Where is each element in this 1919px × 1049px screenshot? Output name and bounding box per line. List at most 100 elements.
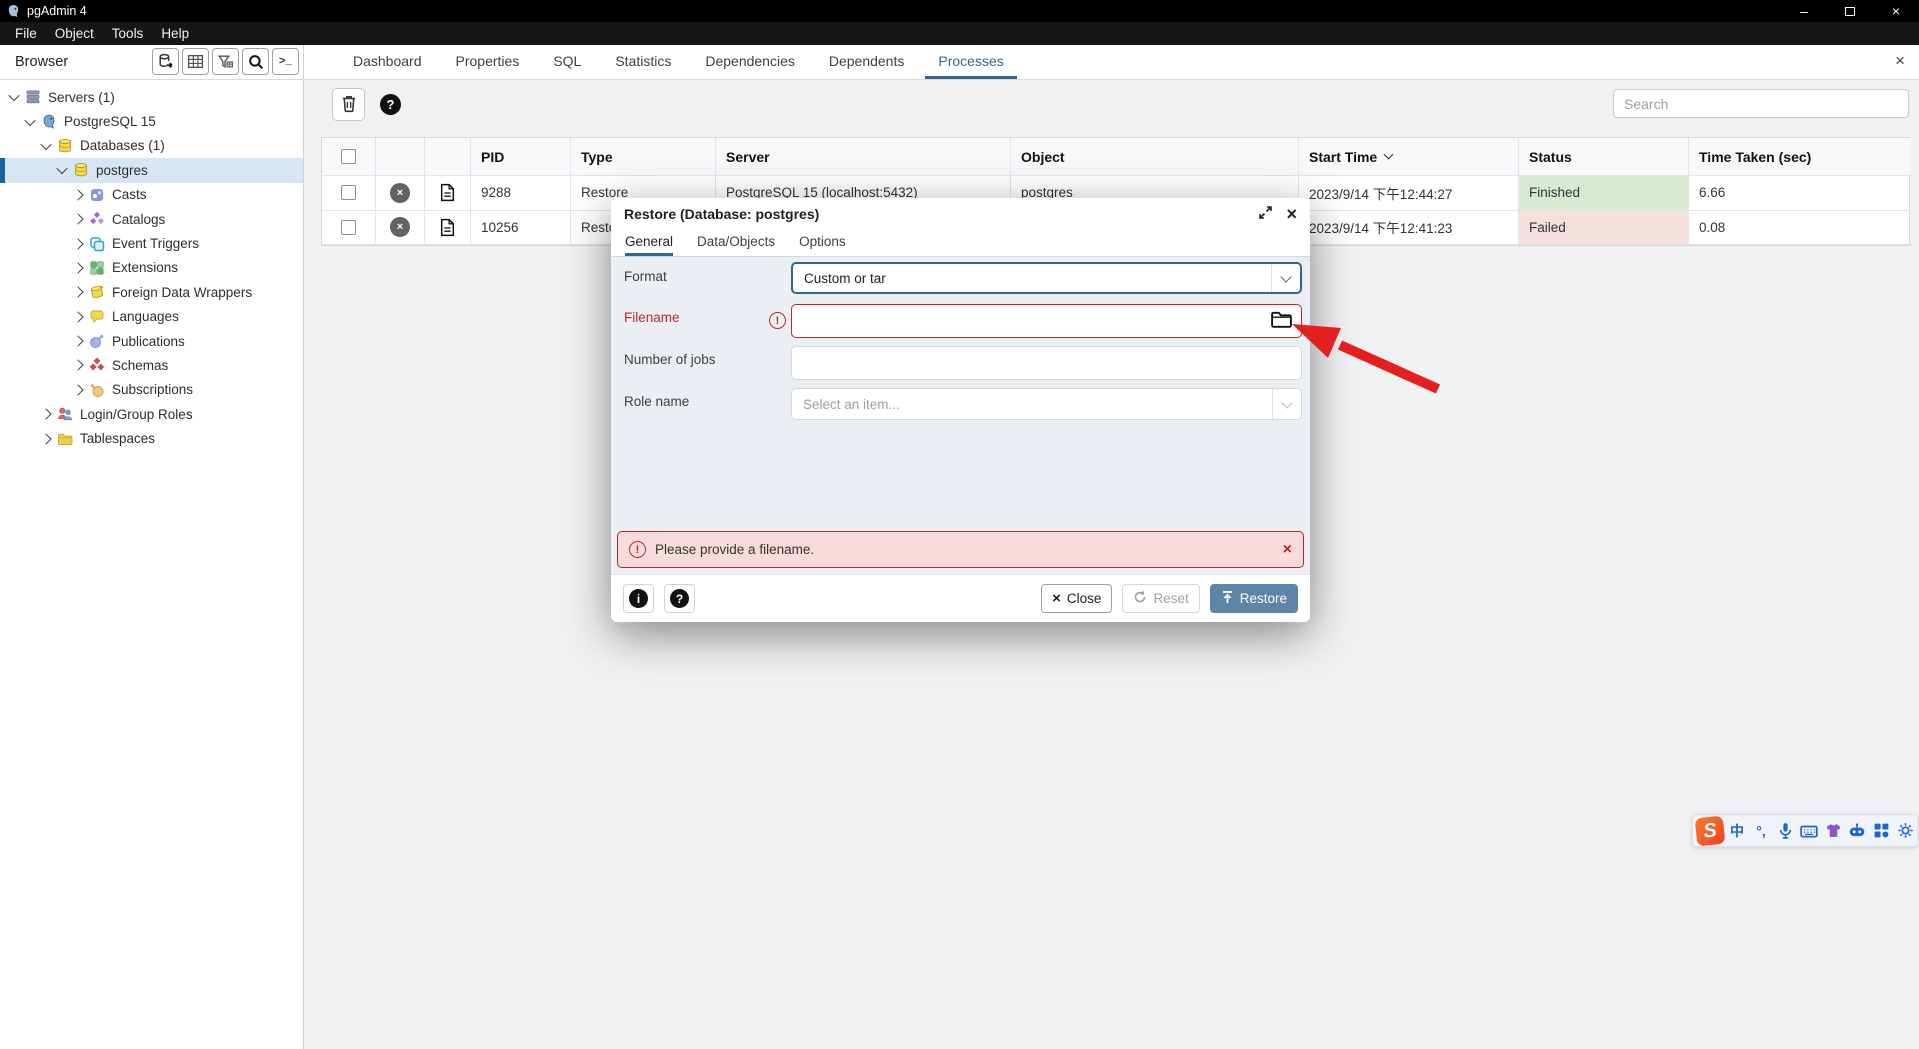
help-icon: ?	[380, 94, 401, 115]
chevron-right-icon[interactable]	[40, 433, 51, 444]
number-of-jobs-input[interactable]	[791, 346, 1302, 380]
panel-close-icon[interactable]: ×	[1895, 52, 1905, 69]
roles-icon	[57, 406, 73, 422]
tree-item-schemas[interactable]: Schemas	[0, 353, 303, 377]
select-all-checkbox[interactable]	[341, 149, 356, 164]
chevron-right-icon[interactable]	[72, 335, 83, 346]
chevron-right-icon[interactable]	[72, 262, 83, 273]
chevron-down-icon[interactable]	[24, 115, 35, 126]
tab-dependencies[interactable]: Dependencies	[692, 45, 808, 79]
role-name-select[interactable]: Select an item...	[791, 388, 1302, 420]
process-details-icon[interactable]	[440, 218, 455, 237]
header-status[interactable]: Status	[1519, 138, 1689, 176]
menu-object[interactable]: Object	[48, 26, 101, 41]
foreign-data-wrapper-icon	[89, 284, 105, 300]
delete-process-button[interactable]	[332, 88, 365, 121]
chevron-right-icon[interactable]	[40, 409, 51, 420]
view-data-button[interactable]	[182, 48, 209, 75]
tree-item-publications[interactable]: Publications	[0, 329, 303, 353]
chevron-down-icon[interactable]	[56, 163, 67, 174]
pgadmin-window: pgAdmin 4 – × File Object Tools Help Bro…	[0, 0, 1919, 1049]
tab-dashboard[interactable]: Dashboard	[340, 45, 435, 79]
stop-process-icon[interactable]: ×	[390, 183, 410, 203]
ime-chinese-mode-icon[interactable]: 中	[1726, 820, 1748, 842]
cell-start-time: 2023/9/14 下午12:44:27	[1299, 176, 1519, 211]
file-browse-button[interactable]	[1270, 310, 1293, 329]
tree-item-postgresql-15[interactable]: PostgreSQL 15	[0, 109, 303, 133]
tab-processes[interactable]: Processes	[925, 45, 1016, 79]
toolbox-grid-icon[interactable]	[1870, 820, 1892, 842]
tab-sql[interactable]: SQL	[540, 45, 594, 79]
reset-button[interactable]: Reset	[1122, 584, 1199, 613]
search-objects-button[interactable]	[242, 48, 269, 75]
psql-tool-button[interactable]: >_	[272, 48, 299, 75]
microphone-icon[interactable]	[1774, 820, 1796, 842]
tree-item-servers[interactable]: Servers (1)	[0, 85, 303, 109]
search-input[interactable]	[1613, 89, 1909, 118]
format-select[interactable]: Custom or tar	[791, 262, 1302, 294]
smart-assistant-icon[interactable]	[1846, 820, 1868, 842]
chevron-right-icon[interactable]	[72, 213, 83, 224]
chevron-right-icon[interactable]	[72, 238, 83, 249]
connect-server-button[interactable]	[152, 48, 179, 75]
sogou-logo-icon[interactable]: S	[1695, 815, 1726, 846]
processes-help-button[interactable]: ?	[374, 88, 407, 121]
close-dialog-icon[interactable]: ×	[1286, 205, 1297, 223]
tree-item-postgres[interactable]: postgres	[0, 158, 303, 182]
close-button[interactable]: × Close	[1041, 584, 1112, 613]
tree-item-extensions[interactable]: Extensions	[0, 256, 303, 280]
dismiss-error-icon[interactable]: ×	[1283, 542, 1292, 558]
tree-item-languages[interactable]: Languages	[0, 305, 303, 329]
menu-file[interactable]: File	[8, 26, 44, 41]
menu-help[interactable]: Help	[154, 26, 196, 41]
chevron-right-icon[interactable]	[72, 287, 83, 298]
header-pid[interactable]: PID	[471, 138, 571, 176]
header-time-taken[interactable]: Time Taken (sec)	[1689, 138, 1911, 176]
process-details-icon[interactable]	[440, 183, 455, 202]
ime-punctuation-icon[interactable]: °,	[1750, 820, 1772, 842]
header-select-all[interactable]	[322, 138, 376, 176]
tree-item-tablespaces[interactable]: Tablespaces	[0, 426, 303, 450]
ime-settings-icon[interactable]	[1894, 820, 1916, 842]
expand-dialog-icon[interactable]	[1259, 206, 1272, 222]
tree-item-login-group-roles[interactable]: Login/Group Roles	[0, 402, 303, 426]
row-checkbox[interactable]	[341, 220, 356, 235]
chevron-right-icon[interactable]	[72, 311, 83, 322]
header-object[interactable]: Object	[1011, 138, 1299, 176]
minimize-button[interactable]: –	[1781, 0, 1827, 22]
chevron-right-icon[interactable]	[72, 189, 83, 200]
tree-item-databases[interactable]: Databases (1)	[0, 134, 303, 158]
chevron-right-icon[interactable]	[72, 360, 83, 371]
sql-info-button[interactable]: i	[623, 584, 654, 613]
stop-process-icon[interactable]: ×	[390, 217, 410, 237]
header-server[interactable]: Server	[716, 138, 1011, 176]
filename-input[interactable]	[791, 304, 1302, 338]
filtered-rows-button[interactable]	[212, 48, 239, 75]
chevron-down-icon[interactable]	[8, 90, 19, 101]
tree-item-subscriptions[interactable]: Subscriptions	[0, 378, 303, 402]
tree-item-catalogs[interactable]: Catalogs	[0, 207, 303, 231]
dialog-tab-options[interactable]: Options	[799, 229, 846, 256]
row-checkbox[interactable]	[341, 185, 356, 200]
header-type[interactable]: Type	[571, 138, 716, 176]
dialog-help-button[interactable]: ?	[664, 584, 695, 613]
dialog-tab-data-objects[interactable]: Data/Objects	[697, 229, 775, 256]
header-start-time[interactable]: Start Time	[1299, 138, 1519, 176]
chevron-right-icon[interactable]	[72, 384, 83, 395]
maximize-button[interactable]	[1827, 0, 1873, 22]
tree-item-casts[interactable]: Casts	[0, 183, 303, 207]
tree-item-event-triggers[interactable]: Event Triggers	[0, 231, 303, 255]
close-window-button[interactable]: ×	[1873, 0, 1919, 22]
skin-icon[interactable]	[1822, 820, 1844, 842]
restore-button[interactable]: Restore	[1210, 584, 1298, 613]
tab-statistics[interactable]: Statistics	[602, 45, 684, 79]
cell-time-taken: 6.66	[1689, 176, 1911, 211]
keyboard-icon[interactable]	[1798, 820, 1820, 842]
chevron-down-icon[interactable]	[40, 139, 51, 150]
dialog-tab-general[interactable]: General	[625, 229, 673, 256]
tab-dependents[interactable]: Dependents	[816, 45, 918, 79]
menu-tools[interactable]: Tools	[105, 26, 151, 41]
tab-properties[interactable]: Properties	[443, 45, 533, 79]
tree-item-foreign-data-wrappers[interactable]: Foreign Data Wrappers	[0, 280, 303, 304]
dialog-header[interactable]: Restore (Database: postgres) ×	[611, 198, 1310, 229]
